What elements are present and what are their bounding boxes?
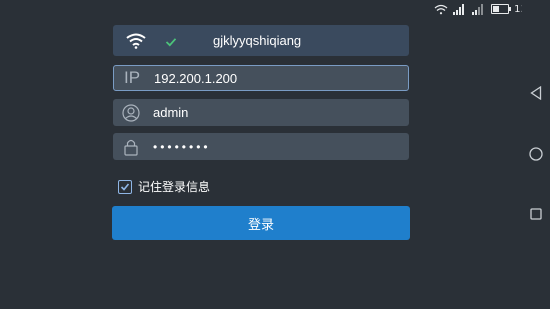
lock-icon [113,133,149,160]
wifi-network-row[interactable]: gjklyyqshiqiang [113,25,409,56]
ip-field[interactable]: IP 192.200.1.200 [113,65,409,91]
ip-value: 192.200.1.200 [154,70,238,86]
navigation-bar [522,0,550,309]
signal-2g-icon [472,3,486,15]
login-button[interactable]: 登录 [112,206,410,240]
wifi-icon [434,4,448,14]
status-bar: 13:55 [0,0,550,18]
remember-checkbox[interactable] [118,179,132,194]
check-icon [165,33,177,52]
check-icon [120,182,130,191]
remember-login[interactable]: 记住登录信息 [118,178,210,195]
wifi-ssid: gjklyyqshiqiang [213,33,302,48]
back-icon[interactable] [529,86,543,100]
home-icon[interactable] [529,147,543,161]
ip-icon-label: IP [123,68,141,87]
ip-icon: IP [114,66,150,90]
user-icon [113,99,149,126]
wifi-icon [113,25,159,56]
signal-4g-icon [453,3,467,15]
username-value: admin [153,105,189,120]
battery-icon [491,4,512,14]
app-screen: gjklyyqshiqiang IP 192.200.1.200 admin •… [0,0,522,309]
remember-label: 记住登录信息 [138,180,211,194]
password-field[interactable]: •••••••• [113,133,409,160]
username-field[interactable]: admin [113,99,409,126]
recents-icon[interactable] [529,207,543,221]
password-value: •••••••• [153,139,211,154]
